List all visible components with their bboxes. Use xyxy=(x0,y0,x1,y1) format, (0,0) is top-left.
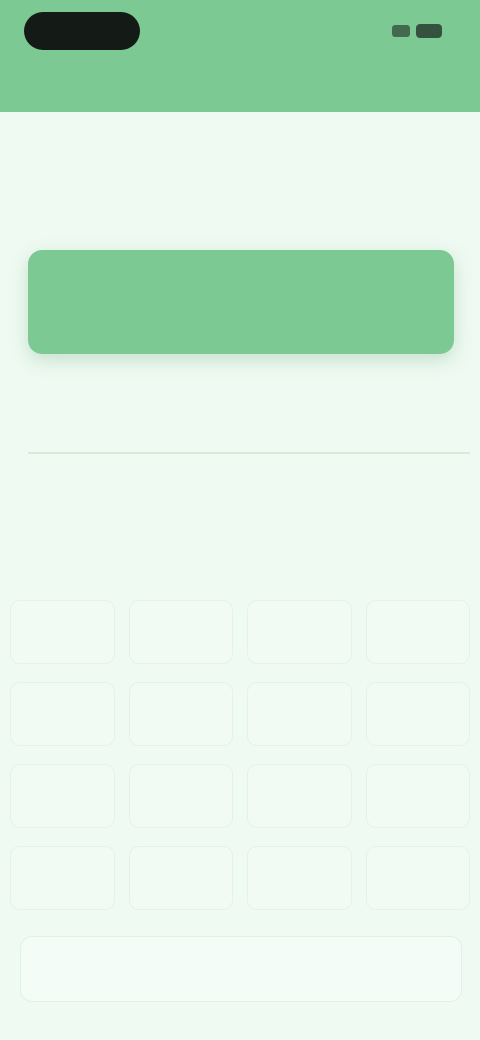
key-r4c3[interactable] xyxy=(247,846,352,910)
signal-icon xyxy=(392,25,410,37)
key-r2c1[interactable] xyxy=(10,682,115,746)
key-r4c4[interactable] xyxy=(365,846,470,910)
balance-card[interactable] xyxy=(28,250,454,354)
key-r3c2[interactable] xyxy=(128,764,233,828)
confirm-button[interactable] xyxy=(20,936,462,1002)
keypad xyxy=(10,600,470,910)
key-r2c4[interactable] xyxy=(365,682,470,746)
key-r1c1[interactable] xyxy=(10,600,115,664)
key-r2c3[interactable] xyxy=(247,682,352,746)
amount-input[interactable] xyxy=(28,412,470,454)
dynamic-island xyxy=(24,12,140,50)
key-r3c4[interactable] xyxy=(365,764,470,828)
battery-icon xyxy=(416,24,442,38)
status-indicators xyxy=(392,20,442,42)
app-screen xyxy=(0,0,480,1040)
key-r1c4[interactable] xyxy=(365,600,470,664)
amount-input-area xyxy=(28,412,470,464)
key-r1c3[interactable] xyxy=(247,600,352,664)
key-r4c2[interactable] xyxy=(128,846,233,910)
key-r2c2[interactable] xyxy=(128,682,233,746)
top-bar xyxy=(0,0,480,112)
key-r3c1[interactable] xyxy=(10,764,115,828)
key-r1c2[interactable] xyxy=(128,600,233,664)
key-r4c1[interactable] xyxy=(10,846,115,910)
key-r3c3[interactable] xyxy=(247,764,352,828)
